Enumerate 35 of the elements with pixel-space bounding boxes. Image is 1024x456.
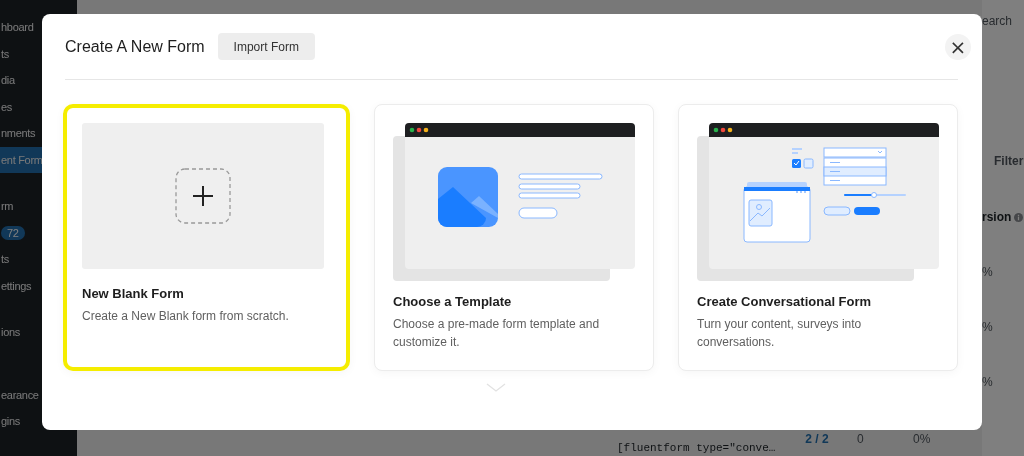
import-form-button[interactable]: Import Form [217,33,315,60]
search-label: earch [982,14,1013,30]
sidebar-item[interactable]: nments [1,127,36,140]
sidebar-item[interactable]: gins [1,415,20,428]
sidebar-item[interactable]: earance [1,388,39,401]
sidebar-item[interactable]: dia [1,74,15,87]
option-card[interactable]: Create Conversational Form Turn your content, surveys into conversations. [678,104,958,371]
table-cell: % [982,265,993,279]
entries-link[interactable]: 2 / 2 [777,430,857,446]
sidebar-item[interactable]: hboard [1,21,34,34]
table-cell: % [982,375,993,389]
column-header: rsion [982,210,1012,224]
close-button[interactable]: × [945,33,971,60]
card-title: New Blank Form [82,286,185,301]
dialog-title: Create A New Form [65,37,205,56]
chevron-down-icon [485,383,506,392]
table-cell-text: 0 [857,431,865,446]
card-title: Choose a Template [393,294,513,309]
plus-icon [175,168,231,224]
card-title: Create Conversational Form [697,294,873,309]
option-card[interactable]: New Blank Form Create a New Blank form from scratch. [63,104,350,371]
sidebar-item[interactable]: ts [1,47,9,60]
sidebar-item[interactable]: es [1,100,13,113]
table-cell-text: 0% [913,431,932,446]
sidebar-item[interactable]: ions [1,326,20,339]
sidebar-item[interactable]: rm [1,200,14,213]
sidebar-item[interactable]: ettings [1,279,32,292]
filter-button[interactable]: Filter [994,154,1024,168]
sidebar-item[interactable]: ts [1,253,9,266]
option-card[interactable]: Choose a Template Choose a pre-made form template and customize it. [374,104,654,371]
card-description: Turn your content, surveys into conversations. [697,316,863,351]
card-description: Create a New Blank form from scratch. [82,308,290,325]
table-cell: % [982,320,993,334]
count-badge: 72 [1,225,25,240]
card-description: Choose a pre-made form template and customize it. [393,316,601,351]
